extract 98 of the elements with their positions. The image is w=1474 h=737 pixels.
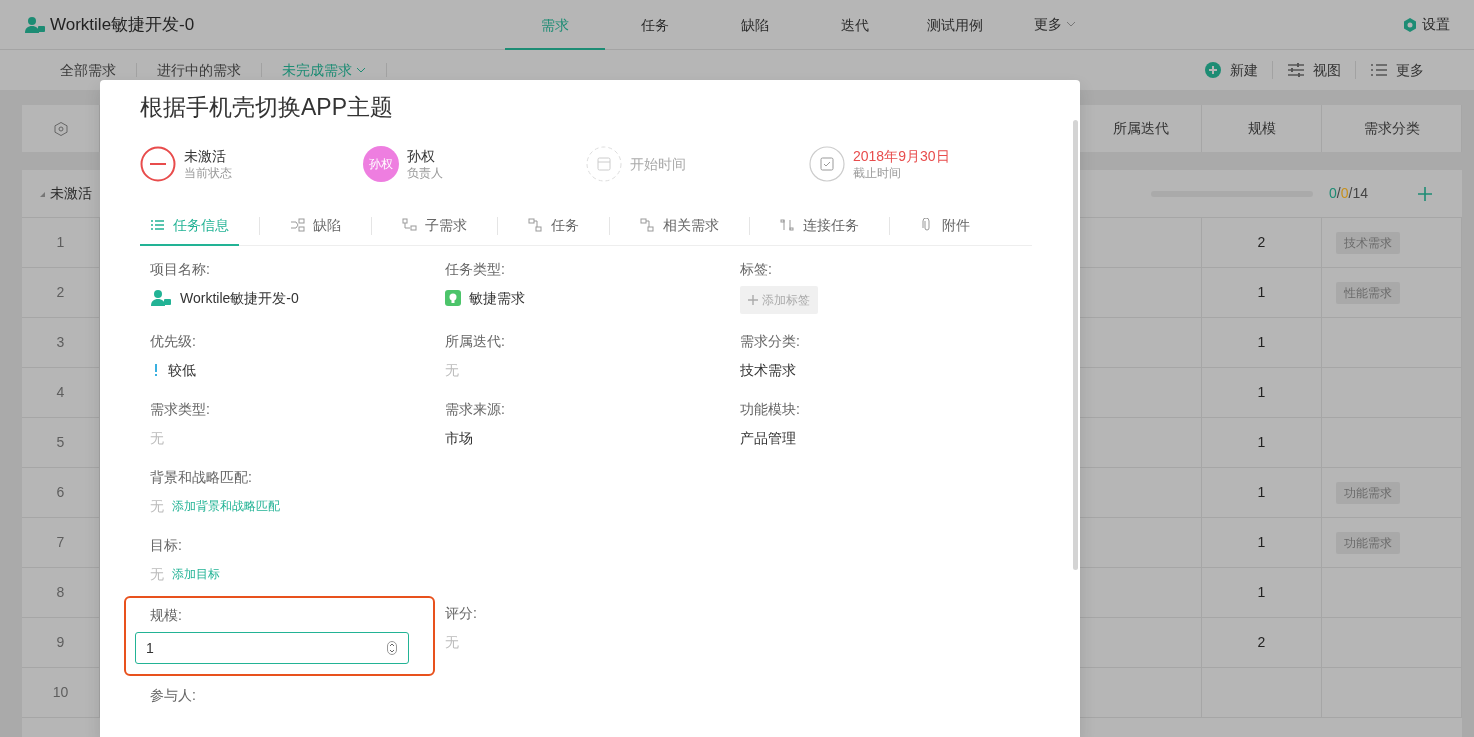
row-number: 9 xyxy=(56,633,65,652)
field-value[interactable]: 市场 xyxy=(445,426,473,450)
field-label: 任务类型: xyxy=(445,260,506,278)
branch-icon xyxy=(290,218,305,232)
field-value[interactable]: 产品管理 xyxy=(740,426,796,450)
calendar-icon[interactable] xyxy=(586,146,622,182)
bulb-icon xyxy=(445,290,461,306)
hexagon-icon[interactable] xyxy=(52,120,69,137)
plus-icon xyxy=(748,295,758,305)
field-label: 优先级: xyxy=(150,332,197,350)
tab[interactable]: 子需求 xyxy=(392,206,477,246)
scrollbar[interactable] xyxy=(1073,120,1078,570)
row-number: 8 xyxy=(56,583,65,602)
minus-circle-icon[interactable] xyxy=(140,146,176,182)
row-number: 7 xyxy=(56,533,65,552)
toolbar-button[interactable]: 更多 xyxy=(1355,61,1438,79)
sliders-icon xyxy=(1287,61,1305,79)
field-value[interactable]: 较低 xyxy=(168,358,196,382)
field-label: 标签: xyxy=(740,260,773,278)
chevron-down-icon xyxy=(1066,20,1076,27)
plus-circle-icon xyxy=(1204,61,1222,79)
tab[interactable]: 附件 xyxy=(910,206,980,246)
table-cell-text: 1 xyxy=(1257,533,1266,552)
nav-tab[interactable]: 更多 xyxy=(1005,0,1105,50)
toolbar-button[interactable]: 视图 xyxy=(1272,61,1355,79)
field-value: Worktile敏捷开发-0 xyxy=(180,289,299,308)
hexagon-icon xyxy=(1402,16,1418,33)
field-value[interactable]: 敏捷需求 xyxy=(469,286,525,310)
table-cell-text: 1 xyxy=(1257,433,1266,452)
field-label: 需求来源: xyxy=(445,400,506,418)
field-label: 所属迭代: xyxy=(445,332,506,350)
column-header: 规模 xyxy=(1247,119,1276,138)
group-toggle[interactable]: 未激活 xyxy=(38,183,92,204)
tab[interactable]: 相关需求 xyxy=(630,206,729,246)
tab[interactable]: 任务 xyxy=(518,206,589,246)
table-cell-text: 2 xyxy=(1257,233,1266,252)
summary-value[interactable]: 2018年9月30日 xyxy=(853,147,950,165)
table-cell-text: 1 xyxy=(1257,383,1266,402)
table-cell-text: 1 xyxy=(1257,283,1266,302)
tab[interactable]: 连接任务 xyxy=(770,206,869,246)
plus-icon[interactable] xyxy=(1418,186,1432,201)
category-tag: 功能需求 xyxy=(1336,531,1400,554)
field-label: 规模: xyxy=(150,606,183,624)
row-number: 3 xyxy=(56,333,65,352)
calendar-check-icon[interactable] xyxy=(809,146,845,182)
table-cell-text: 1 xyxy=(1257,583,1266,602)
number-input[interactable]: 1 xyxy=(135,632,409,664)
spinner-icon[interactable] xyxy=(387,641,397,655)
table-cell-text: 2 xyxy=(1257,633,1266,652)
nav-tab[interactable]: 测试用例 xyxy=(905,0,1005,50)
category-tag: 性能需求 xyxy=(1336,281,1400,304)
summary-value[interactable]: 未激活 xyxy=(184,147,232,165)
row-number: 1 xyxy=(56,233,65,252)
field-label: 需求类型: xyxy=(150,400,211,418)
field-label: 功能模块: xyxy=(740,400,801,418)
field-label: 评分: xyxy=(445,604,478,622)
field-label: 参与人: xyxy=(150,686,197,704)
project-name: Worktile敏捷开发-0 xyxy=(50,13,195,36)
project-icon xyxy=(150,289,172,307)
table-cell-text: 1 xyxy=(1257,333,1266,352)
project-icon xyxy=(24,15,46,34)
task-count: 0/0/14 xyxy=(1329,184,1368,203)
list-icon xyxy=(1370,61,1388,79)
link-icon xyxy=(528,218,543,232)
field-label: 项目名称: xyxy=(150,260,211,278)
category-tag: 技术需求 xyxy=(1336,231,1400,254)
filter-tab[interactable]: 全部需求 xyxy=(40,63,137,77)
column-header: 所属迭代 xyxy=(1112,119,1169,138)
toolbar-button[interactable]: 新建 xyxy=(1190,61,1272,79)
field-value[interactable]: 技术需求 xyxy=(740,358,796,382)
table-cell-text: 1 xyxy=(1257,483,1266,502)
tab[interactable]: 缺陷 xyxy=(280,206,351,246)
list-icon xyxy=(150,218,165,232)
field-label: 需求分类: xyxy=(740,332,801,350)
nav-tab[interactable]: 缺陷 xyxy=(705,0,805,50)
nav-tab[interactable]: 迭代 xyxy=(805,0,905,50)
row-number: 2 xyxy=(56,283,65,302)
tree-icon xyxy=(402,218,417,232)
summary-caption: 当前状态 xyxy=(184,165,232,181)
connect-icon xyxy=(780,218,795,232)
settings-button[interactable]: 设置 xyxy=(1402,14,1450,35)
field-label: 目标: xyxy=(150,536,183,554)
row-number: 5 xyxy=(56,433,65,452)
row-number: 10 xyxy=(52,683,69,702)
link-icon xyxy=(640,218,655,232)
nav-tab[interactable]: 任务 xyxy=(605,0,705,50)
row-number: 6 xyxy=(56,483,65,502)
row-number: 4 xyxy=(56,383,65,402)
column-header: 需求分类 xyxy=(1363,119,1420,138)
field-label: 背景和战略匹配: xyxy=(150,468,253,486)
category-tag: 功能需求 xyxy=(1336,481,1400,504)
task-title: 根据手机壳切换APP主题 xyxy=(140,93,395,122)
summary-caption: 负责人 xyxy=(407,165,443,181)
exclamation-icon xyxy=(154,364,158,376)
summary-caption: 截止时间 xyxy=(853,165,902,181)
filter-tab[interactable]: 进行中的需求 xyxy=(137,63,262,77)
chevron-down-icon xyxy=(356,67,366,73)
summary-value[interactable]: 孙权 xyxy=(407,147,443,165)
